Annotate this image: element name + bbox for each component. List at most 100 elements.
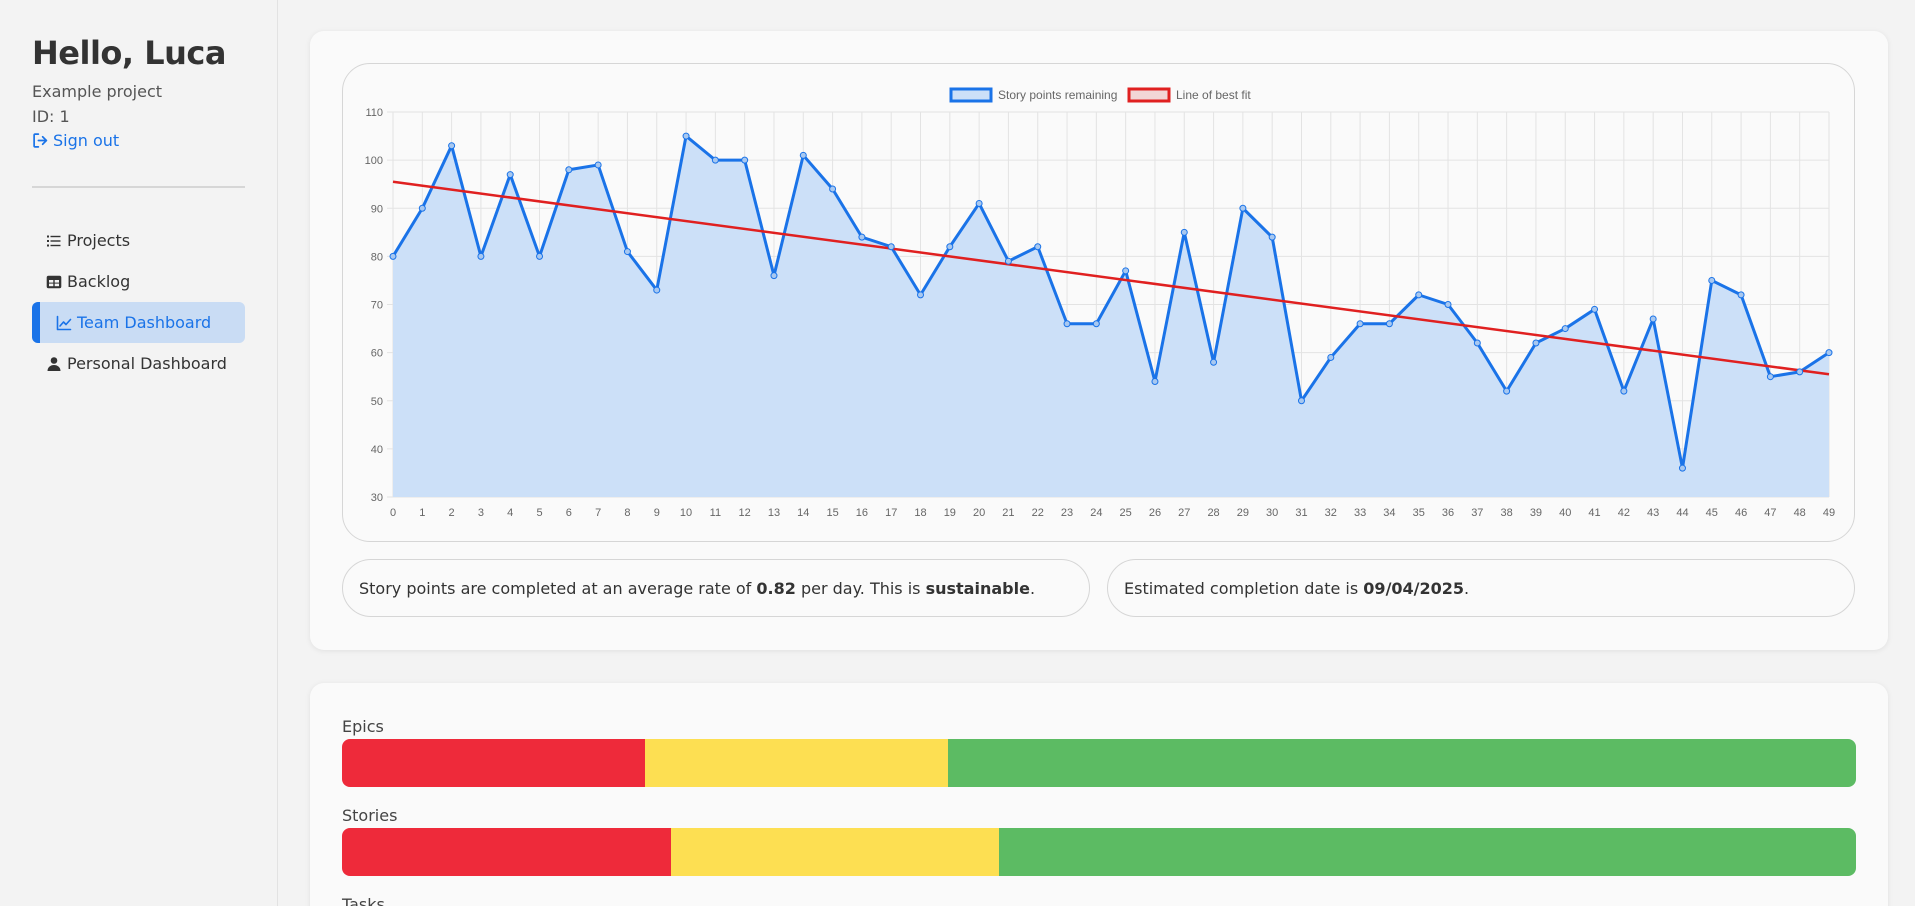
x-tick-label: 48 [1794, 507, 1806, 519]
x-tick-label: 35 [1413, 507, 1425, 519]
data-point [1092, 320, 1100, 328]
x-tick-label: 26 [1149, 507, 1161, 519]
in-progress-segment [670, 828, 1000, 876]
data-point [1708, 276, 1716, 284]
user-icon [47, 356, 61, 371]
y-tick-label: 40 [371, 444, 383, 456]
x-tick-label: 49 [1823, 507, 1835, 519]
data-point [1825, 349, 1833, 357]
rate-value: 0.82 [756, 578, 796, 598]
x-tick-label: 42 [1618, 507, 1630, 519]
data-point [1327, 353, 1335, 361]
data-point [858, 233, 866, 241]
data-point [1297, 397, 1305, 405]
x-tick-label: 21 [1002, 507, 1014, 519]
data-point [829, 185, 837, 193]
data-point [1620, 387, 1628, 395]
data-point [770, 272, 778, 280]
sidebar-item-label: Team Dashboard [77, 313, 212, 332]
x-tick-label: 17 [885, 507, 897, 519]
x-tick-label: 4 [507, 507, 513, 519]
sidebar-item-personal-dashboard[interactable]: Personal Dashboard [32, 343, 245, 384]
sidebar-item-label: Backlog [67, 272, 131, 291]
burndown-chart: 30 40 50 60 70 80 90 100 110 0 1 2 3 4 5 6 7 8 9 10 11 12 13 14… [342, 63, 1855, 542]
data-point [1473, 339, 1481, 347]
x-tick-label: 38 [1501, 507, 1513, 519]
data-point [623, 248, 631, 256]
done-segment [999, 828, 1856, 876]
x-tick-label: 40 [1559, 507, 1571, 519]
data-point [1649, 315, 1657, 323]
data-point [448, 142, 456, 150]
x-tick-label: 3 [478, 507, 484, 519]
sidebar-item-label: Projects [67, 231, 131, 250]
rate-status: sustainable [925, 578, 1030, 598]
burndown-chart-svg: 304050607080901001100 1 2 3 4 5 6 7 8 9 10 11 12 13 14… [365, 87, 1835, 519]
x-tick-label: 41 [1588, 507, 1600, 519]
data-point [887, 243, 895, 251]
x-tick-label: 11 [710, 507, 721, 519]
x-tick-label: 29 [1237, 507, 1249, 519]
data-point [1122, 267, 1130, 275]
data-point [1561, 325, 1569, 333]
data-point [1210, 358, 1218, 366]
completion-date: 09/04/2025 [1363, 578, 1465, 598]
legend-swatch-story-points [949, 87, 993, 103]
y-tick-label: 90 [371, 203, 383, 215]
series-area [393, 136, 1829, 497]
sidebar-item-backlog[interactable]: Backlog [32, 261, 245, 302]
progress-card: Epics Stories Tasks [310, 683, 1888, 906]
x-tick-label: 34 [1383, 507, 1395, 519]
x-tick-label: 7 [595, 507, 601, 519]
data-point [799, 151, 807, 159]
data-point [565, 166, 573, 174]
x-tick-label: 14 [797, 507, 809, 519]
data-point [536, 252, 544, 260]
completion-rate-pill: Story points are completed at an average… [342, 559, 1090, 617]
y-tick-label: 50 [371, 396, 383, 408]
x-tick-label: 5 [536, 507, 542, 519]
completion-date-pill: Estimated completion date is 09/04/2025. [1107, 559, 1855, 617]
list-icon [47, 235, 61, 246]
x-tick-label: 13 [768, 507, 780, 519]
sidebar-divider [32, 186, 245, 188]
sidebar-item-projects[interactable]: Projects [32, 220, 245, 261]
legend-label-best-fit: Line of best fit [1176, 88, 1251, 102]
not-started-segment [342, 739, 645, 787]
data-point [741, 156, 749, 164]
tasks-label: Tasks [342, 895, 385, 906]
x-tick-label: 6 [566, 507, 572, 519]
data-point [1063, 320, 1071, 328]
project-name: Example project [32, 82, 163, 101]
x-tick-label: 30 [1266, 507, 1278, 519]
data-point [1678, 464, 1686, 472]
x-tick-label: 31 [1295, 507, 1307, 519]
rate-suffix: . [1029, 578, 1036, 598]
data-point [418, 204, 426, 212]
x-tick-label: 2 [449, 507, 455, 519]
x-tick-label: 45 [1706, 507, 1718, 519]
x-tick-label: 46 [1735, 507, 1747, 519]
epics-label: Epics [342, 717, 384, 736]
stories-progress-bar [342, 828, 1856, 876]
y-tick-label: 60 [371, 348, 383, 360]
data-point [946, 243, 954, 251]
x-tick-label: 37 [1471, 507, 1483, 519]
x-tick-label: 10 [680, 507, 692, 519]
rate-middle: per day. This is [795, 578, 926, 598]
data-point [1268, 233, 1276, 241]
rate-prefix: Story points are completed at an average… [359, 578, 757, 598]
x-tick-label: 47 [1764, 507, 1776, 519]
data-point [1532, 339, 1540, 347]
sign-out-link[interactable]: Sign out [32, 131, 119, 150]
data-point [594, 161, 602, 169]
data-point [653, 286, 661, 294]
legend-swatch-best-fit [1127, 87, 1171, 103]
x-tick-label: 18 [914, 507, 926, 519]
y-tick-label: 110 [365, 107, 383, 119]
data-point [389, 252, 397, 260]
x-tick-label: 19 [944, 507, 956, 519]
epics-progress-bar [342, 739, 1856, 787]
sidebar-item-team-dashboard[interactable]: Team Dashboard [32, 302, 245, 343]
project-id: ID: 1 [32, 107, 70, 126]
